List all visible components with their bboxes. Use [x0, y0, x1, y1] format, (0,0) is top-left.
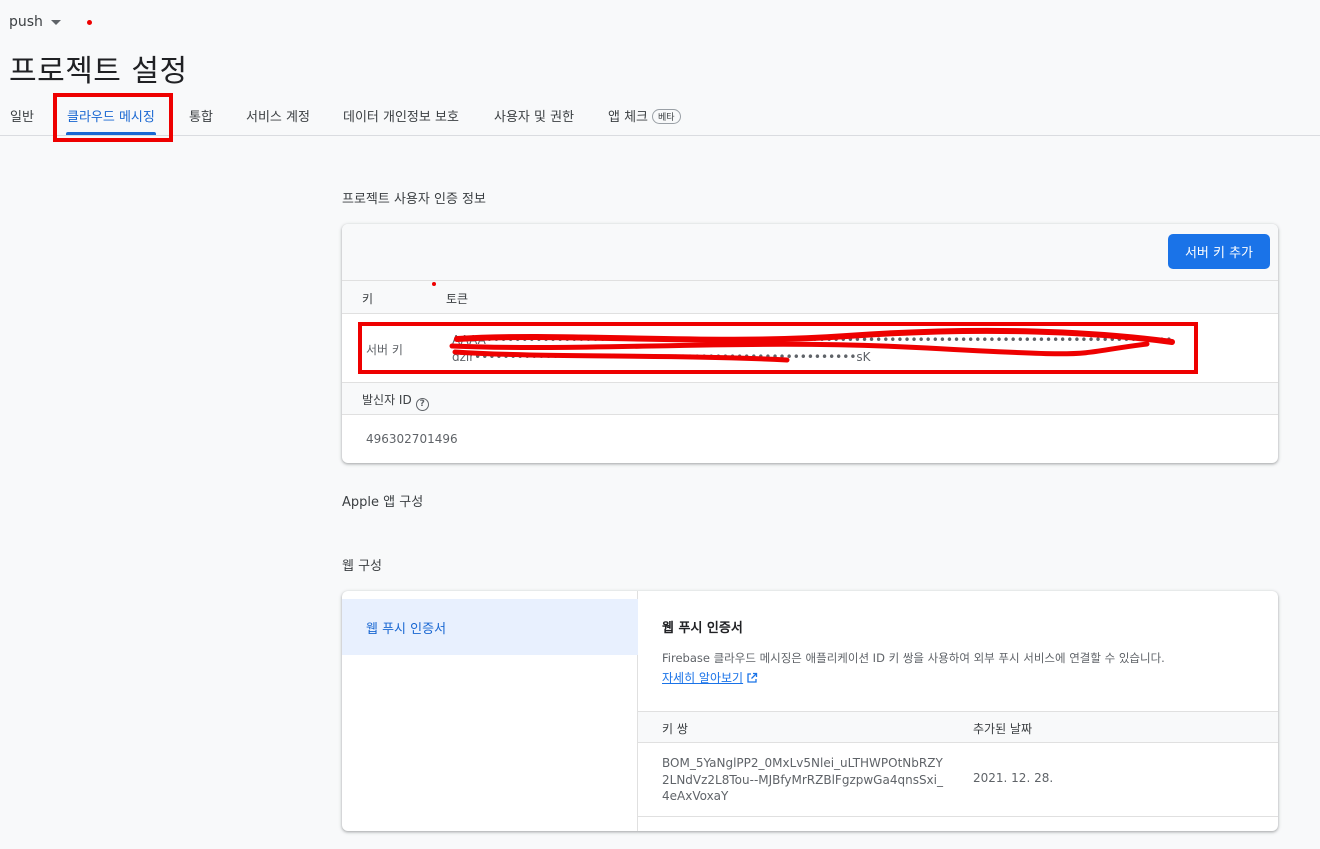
tab-users-permissions[interactable]: 사용자 및 권한 — [494, 106, 574, 125]
annotation-highlight-box — [358, 322, 1198, 374]
detail-title: 웹 푸시 인증서 — [662, 621, 743, 636]
settings-tabs: 일반 클라우드 메시징 통합 서비스 계정 데이터 개인정보 보호 사용자 및 … — [0, 96, 1320, 136]
project-selector[interactable]: push — [9, 14, 61, 30]
tab-app-check[interactable]: 앱 체크 베타 — [608, 106, 681, 125]
keypair-line-3: 4eAxVoxaY — [662, 789, 729, 803]
keypair-line-1: BOM_5YaNglPP2_0MxLv5Nlei_uLTHWPOtNbRZY — [662, 756, 943, 770]
nav-item-web-push-certificates[interactable]: 웹 푸시 인증서 — [342, 599, 638, 655]
tab-data-privacy[interactable]: 데이터 개인정보 보호 — [343, 106, 459, 125]
sender-id-value: 496302701496 — [366, 432, 458, 446]
detail-description: Firebase 클라우드 메시징은 애플리케이션 ID 키 쌍을 사용하여 외… — [662, 651, 1165, 665]
annotation-highlight-box — [53, 93, 173, 142]
page-title: 프로젝트 설정 — [9, 54, 188, 89]
tab-app-check-label: 앱 체크 — [608, 110, 649, 125]
add-server-key-button[interactable]: 서버 키 추가 — [1168, 234, 1270, 269]
sender-id-label: 발신자 ID? — [362, 391, 429, 411]
chevron-down-icon — [50, 19, 61, 25]
web-config-nav: 웹 푸시 인증서 — [342, 591, 638, 831]
annotation-dot — [432, 282, 436, 286]
external-link-icon — [747, 672, 758, 683]
keypair-table-header: 키 쌍 추가된 날짜 — [638, 711, 1278, 743]
sender-id-label-text: 발신자 ID — [362, 393, 412, 407]
beta-badge: 베타 — [652, 109, 681, 124]
column-keypair: 키 쌍 — [662, 722, 688, 736]
help-icon[interactable]: ? — [415, 398, 429, 411]
web-push-detail: 웹 푸시 인증서 Firebase 클라우드 메시징은 애플리케이션 ID 키 … — [638, 591, 1278, 831]
tab-service-accounts[interactable]: 서비스 계정 — [246, 106, 310, 125]
web-section-title: 웹 구성 — [342, 559, 383, 574]
tab-general[interactable]: 일반 — [10, 106, 34, 125]
top-bar: push — [0, 0, 1320, 44]
keypair-value[interactable]: BOM_5YaNglPP2_0MxLv5Nlei_uLTHWPOtNbRZY 2… — [662, 755, 943, 805]
keypair-date: 2021. 12. 28. — [973, 771, 1054, 785]
apple-section-title[interactable]: Apple 앱 구성 — [342, 491, 423, 510]
keypair-row: BOM_5YaNglPP2_0MxLv5Nlei_uLTHWPOtNbRZY 2… — [638, 743, 1278, 817]
column-date-added: 추가된 날짜 — [973, 722, 1033, 736]
tab-integrations[interactable]: 통합 — [189, 106, 213, 125]
sender-id-row: 496302701496 — [342, 415, 1278, 463]
project-name: push — [9, 14, 43, 30]
credentials-toolbar: 서버 키 추가 — [342, 224, 1278, 281]
learn-more-link[interactable]: 자세히 알아보기 — [662, 669, 758, 686]
column-token: 토큰 — [446, 292, 469, 306]
credentials-section-title: 프로젝트 사용자 인증 정보 — [342, 192, 486, 207]
learn-more-label: 자세히 알아보기 — [662, 671, 744, 685]
sender-id-header: 발신자 ID? — [342, 383, 1278, 415]
annotation-dot — [87, 20, 92, 25]
keypair-line-2: 2LNdVz2L8Tou--MJBfyMrRZBlFgzpwGa4qnsSxi_ — [662, 772, 943, 787]
web-config-card: 웹 푸시 인증서 웹 푸시 인증서 Firebase 클라우드 메시징은 애플리… — [342, 591, 1278, 831]
credentials-table-header: 키 토큰 — [342, 281, 1278, 314]
column-key: 키 — [362, 292, 374, 306]
